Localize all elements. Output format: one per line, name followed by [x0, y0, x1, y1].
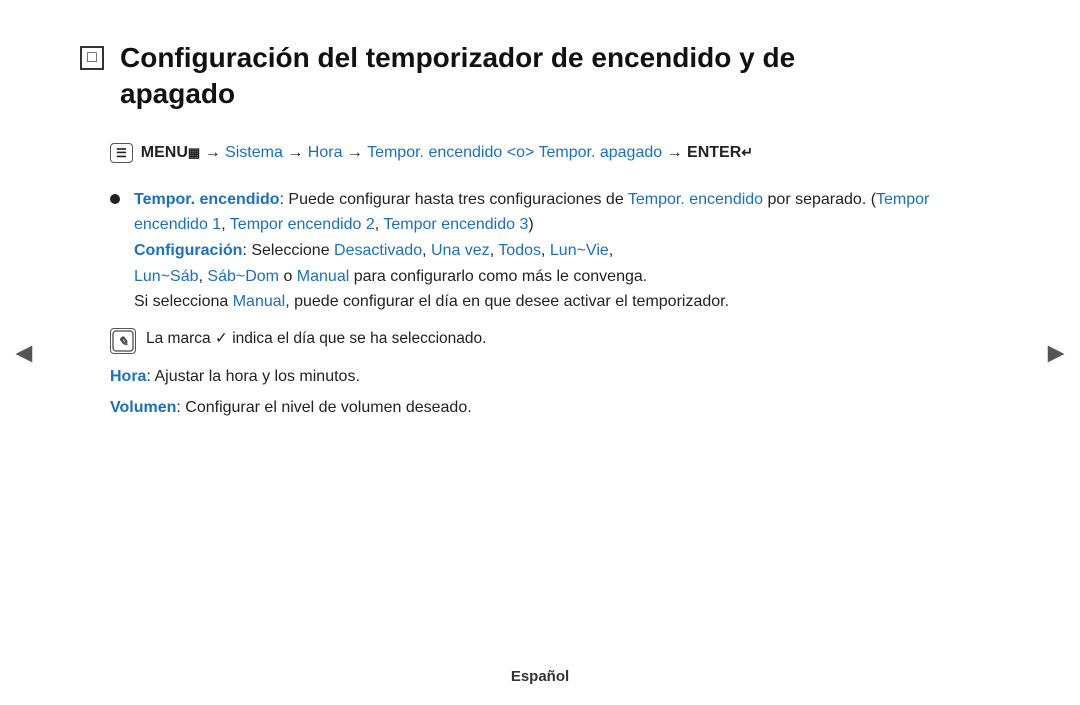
menu-hora: Hora [308, 144, 343, 161]
title-section: □ Configuración del temporizador de ence… [80, 40, 1000, 113]
tempor2-label: Tempor encendido 2 [230, 216, 375, 233]
menu-tempor-apagado: Tempor. apagado [538, 144, 662, 161]
menu-separator: <o> [507, 144, 535, 161]
menu-path-section: ☰ MENU▦ → Sistema → Hora → Tempor. encen… [110, 141, 1000, 165]
volumen-line: Volumen: Configurar el nivel de volumen … [110, 395, 1000, 421]
menu-icon: ☰ [110, 143, 133, 163]
nav-arrow-right[interactable]: ► [1042, 337, 1070, 369]
lun-vie-label: Lun~Vie [550, 242, 609, 259]
footer: Español [0, 668, 1080, 685]
manual-label: Manual [297, 268, 349, 285]
checkbox-icon: □ [80, 46, 104, 70]
manual2-label: Manual [233, 293, 285, 310]
menu-enter: ENTER [687, 144, 741, 161]
checkmark: ✓ [215, 330, 228, 347]
menu-sistema: Sistema [225, 144, 283, 161]
hora-line: Hora: Ajustar la hora y los minutos. [110, 364, 1000, 390]
page-container: ◄ ► □ Configuración del temporizador de … [0, 0, 1080, 705]
note-text: La marca ✓ indica el día que se ha selec… [146, 327, 486, 350]
bullet-content: Tempor. encendido: Puede configurar hast… [134, 187, 1000, 315]
todos-label: Todos [498, 242, 541, 259]
bullet-item: Tempor. encendido: Puede configurar hast… [110, 187, 1000, 315]
note-block: ✎ La marca ✓ indica el día que se ha sel… [110, 327, 1000, 354]
svg-text:✎: ✎ [118, 334, 129, 349]
menu-label: MENU [141, 144, 188, 161]
note-icon: ✎ [110, 328, 136, 354]
page-title: Configuración del temporizador de encend… [120, 40, 795, 113]
tempor3-label: Tempor encendido 3 [383, 216, 528, 233]
tempor-encendido-label: Tempor. encendido [134, 191, 280, 208]
menu-tempor-encendido: Tempor. encendido [367, 144, 502, 161]
configuracion-label: Configuración [134, 242, 242, 259]
volumen-label: Volumen [110, 399, 176, 416]
footer-language: Español [511, 668, 569, 685]
bullet-dot [110, 194, 120, 204]
menu-path-text: MENU▦ → Sistema → Hora → Tempor. encendi… [141, 141, 753, 165]
una-vez-label: Una vez [431, 242, 490, 259]
desactivado-label: Desactivado [334, 242, 422, 259]
sab-dom-label: Sáb~Dom [207, 268, 279, 285]
hora-label: Hora [110, 368, 146, 385]
content-section: Tempor. encendido: Puede configurar hast… [110, 187, 1000, 421]
tempor-encendido-label2: Tempor. encendido [628, 191, 763, 208]
lun-sab-label: Lun~Sáb [134, 268, 199, 285]
nav-arrow-left[interactable]: ◄ [10, 337, 38, 369]
